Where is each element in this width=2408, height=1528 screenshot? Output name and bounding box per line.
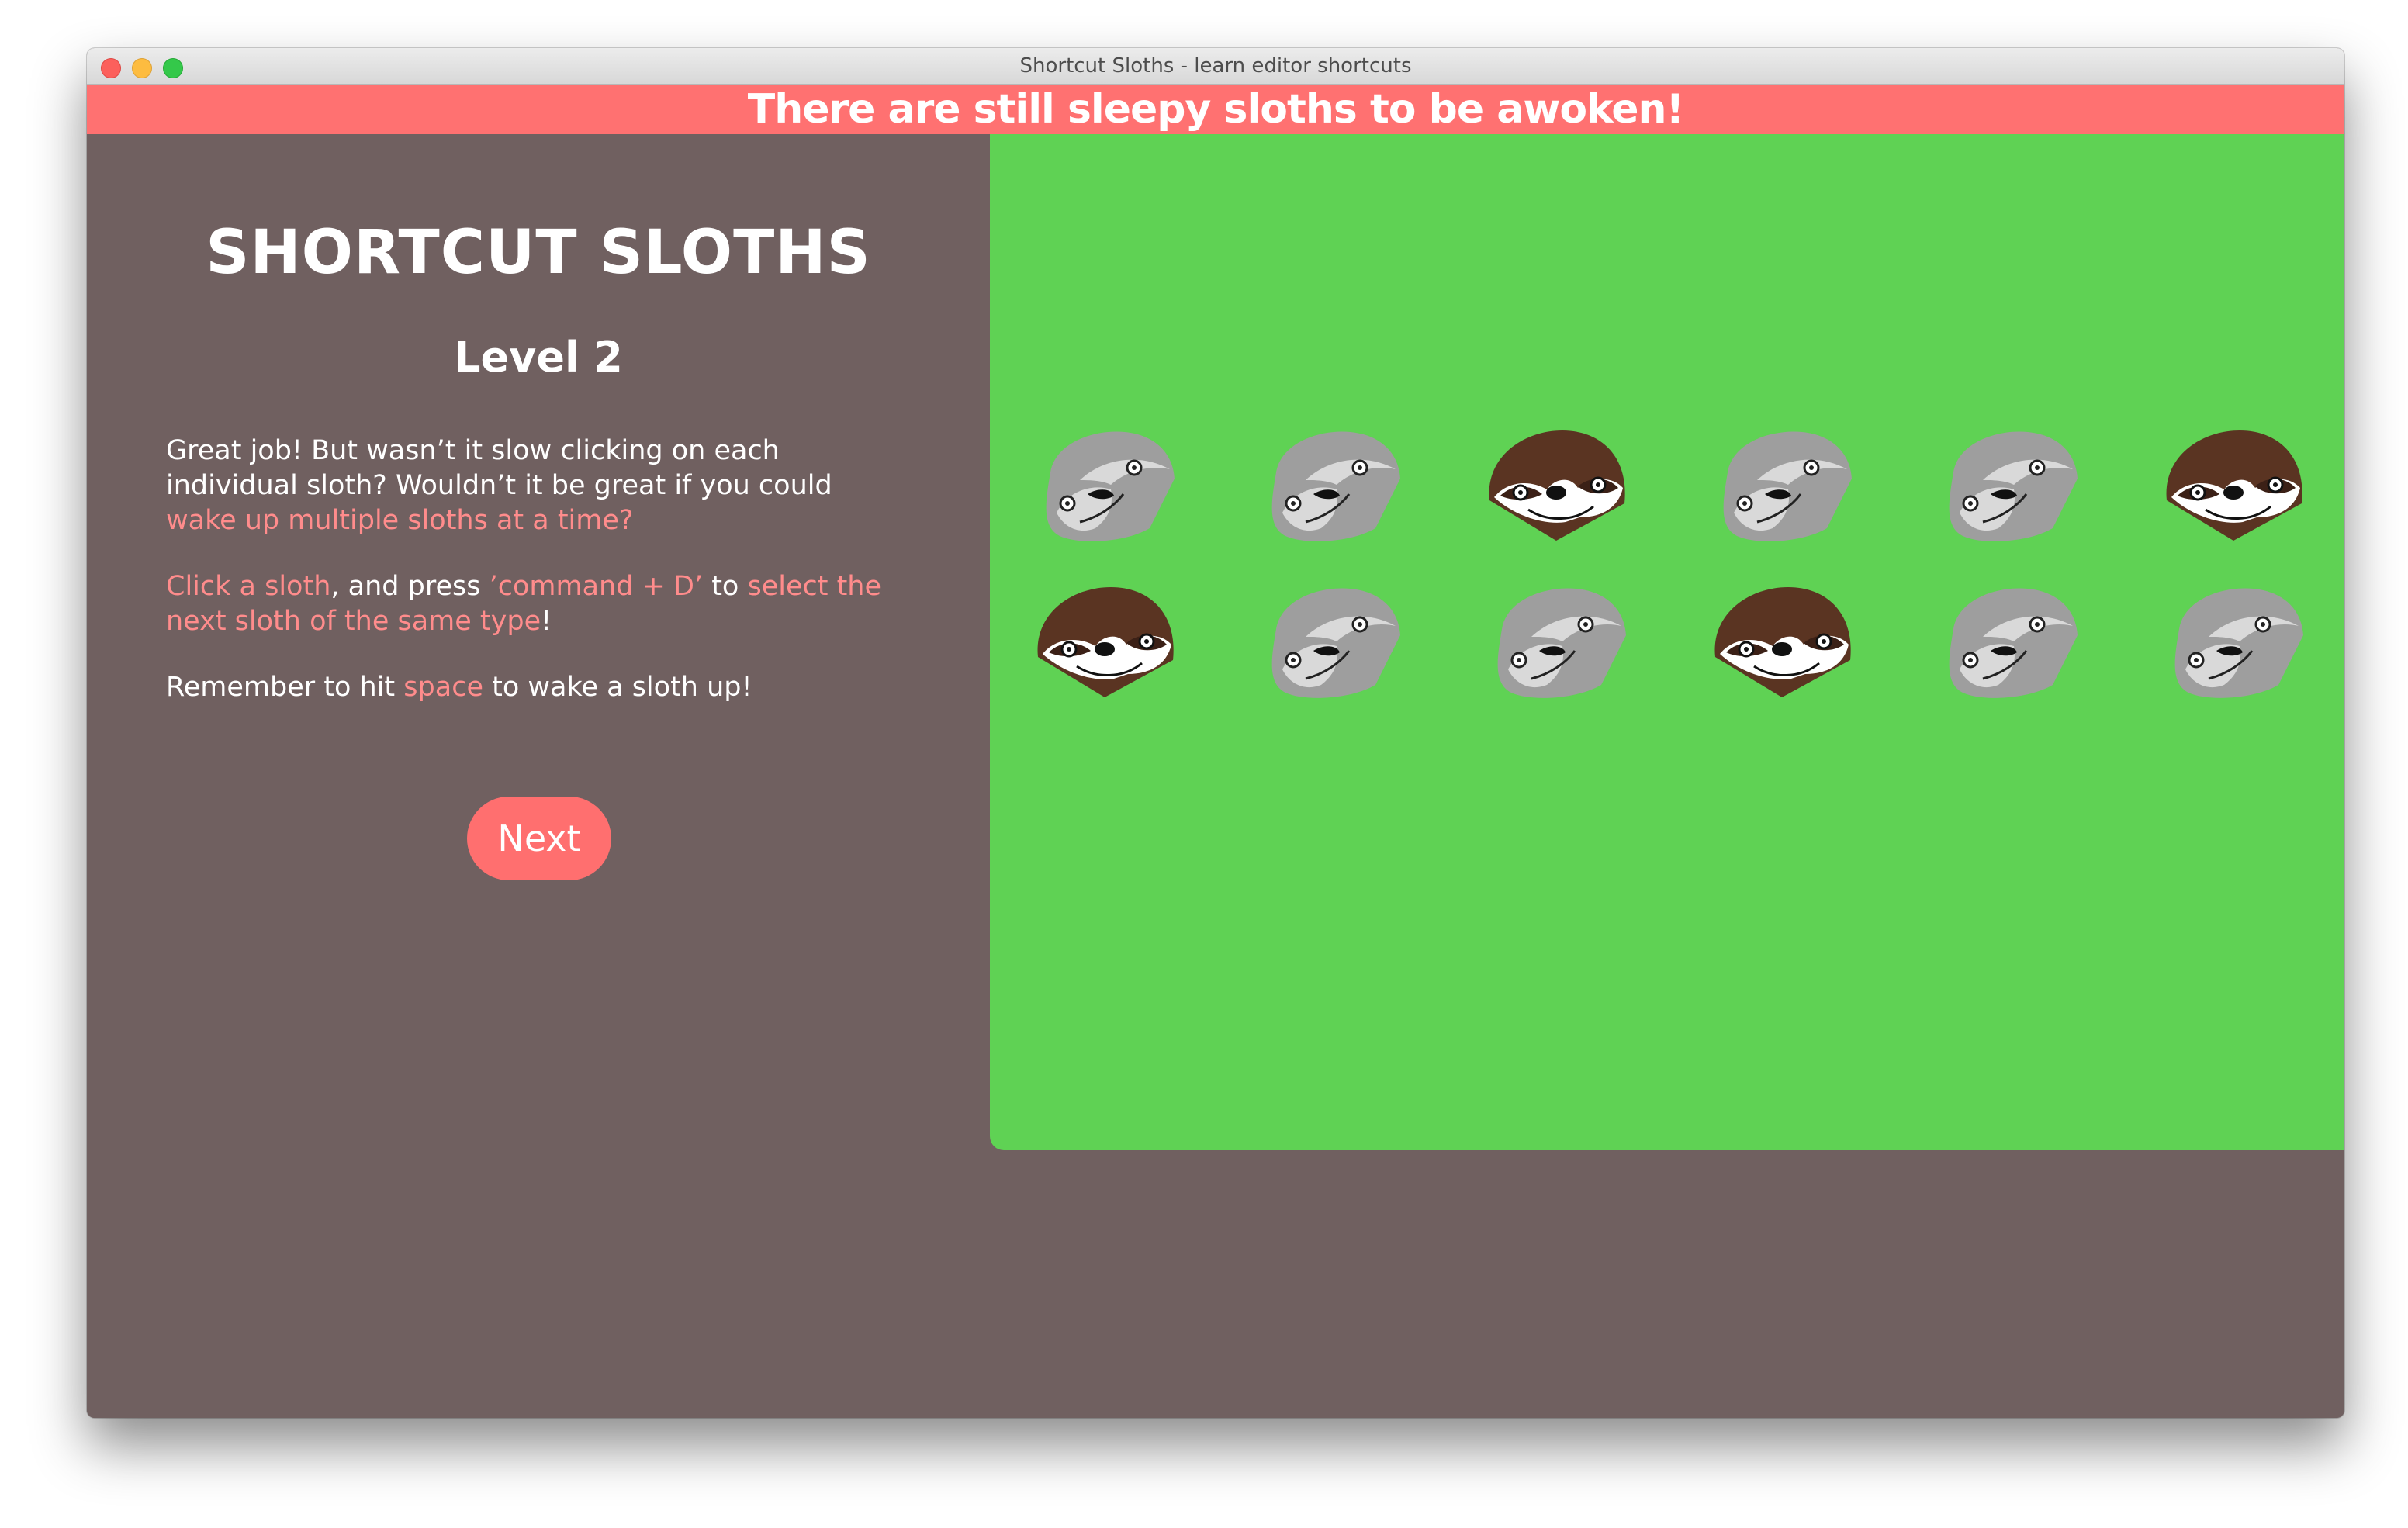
level-title: Level 2 [454, 333, 623, 382]
key-highlight: space [403, 672, 483, 703]
instruction-text: to wake a sloth up! [483, 672, 752, 703]
awake-sloth-icon[interactable] [1711, 583, 1853, 704]
instruction-highlight: Click a sloth [166, 571, 331, 602]
sleepy-sloth-icon[interactable] [1259, 426, 1402, 547]
awake-sloth-icon[interactable] [2162, 426, 2305, 547]
window-title: Shortcut Sloths - learn editor shortcuts [1019, 54, 1412, 78]
sleepy-sloth-icon[interactable] [1711, 426, 1853, 547]
app-title: SHORTCUT SLOTHS [206, 218, 871, 288]
instructions-text: Great job! But wasn’t it slow clicking o… [166, 434, 911, 736]
instruction-text: to [703, 571, 748, 602]
title-bar: Shortcut Sloths - learn editor shortcuts [87, 48, 2344, 85]
instruction-paragraph-2: Click a sloth, and press ’command + D’ t… [166, 569, 911, 639]
instruction-text: Remember to hit [166, 672, 404, 703]
sleepy-sloth-icon[interactable] [1936, 426, 2079, 547]
sleepy-sloth-icon[interactable] [1033, 426, 1176, 547]
status-banner: There are still sleepy sloths to be awok… [87, 85, 2344, 134]
instruction-text: ! [541, 606, 552, 637]
instruction-text: , and press [330, 571, 490, 602]
instruction-paragraph-1: Great job! But wasn’t it slow clicking o… [166, 434, 911, 538]
sleepy-sloth-icon[interactable] [2162, 583, 2305, 704]
sleepy-sloth-icon[interactable] [1485, 583, 1628, 704]
sleepy-sloth-icon[interactable] [1259, 583, 1402, 704]
awake-sloth-icon[interactable] [1033, 583, 1176, 704]
sleepy-sloth-icon[interactable] [1936, 583, 2079, 704]
instruction-text: Great job! But wasn’t it slow clicking o… [166, 435, 832, 501]
shortcut-highlight: ’command + D’ [489, 571, 704, 602]
instructions-panel: SHORTCUT SLOTHS Level 2 Great job! But w… [87, 134, 990, 1418]
next-button[interactable]: Next [467, 797, 611, 880]
instruction-highlight: wake up multiple sloths at a time? [166, 505, 634, 536]
awake-sloth-icon[interactable] [1485, 426, 1628, 547]
instruction-paragraph-3: Remember to hit space to wake a sloth up… [166, 670, 911, 705]
game-area [990, 134, 2344, 1150]
app-window: Shortcut Sloths - learn editor shortcuts… [87, 48, 2344, 1418]
